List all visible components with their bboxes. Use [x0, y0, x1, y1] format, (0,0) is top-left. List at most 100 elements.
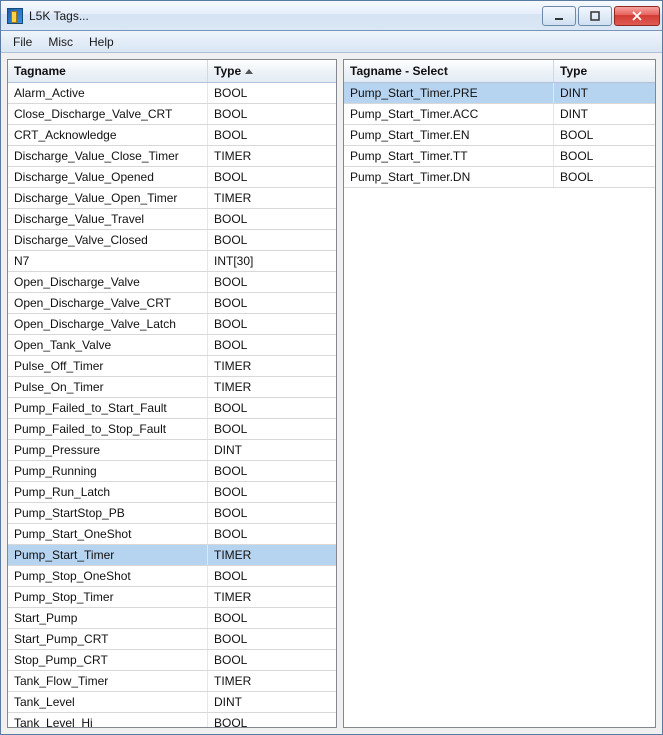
table-row[interactable]: Open_Tank_ValveBOOL [8, 335, 336, 356]
table-row[interactable]: Tank_LevelDINT [8, 692, 336, 713]
app-window: L5K Tags... File Misc Help Tagname [0, 0, 663, 735]
cell-tagname: Alarm_Active [8, 83, 208, 103]
maximize-button[interactable] [578, 6, 612, 26]
table-row[interactable]: Pump_Start_Timer.TTBOOL [344, 146, 655, 167]
close-button[interactable] [614, 6, 660, 26]
table-row[interactable]: Tank_Flow_TimerTIMER [8, 671, 336, 692]
left-col-type[interactable]: Type [208, 60, 336, 82]
cell-type: BOOL [208, 713, 336, 727]
cell-type: DINT [554, 104, 655, 124]
table-row[interactable]: Start_PumpBOOL [8, 608, 336, 629]
table-row[interactable]: Discharge_Value_TravelBOOL [8, 209, 336, 230]
right-col-tagname[interactable]: Tagname - Select [344, 60, 554, 82]
table-row[interactable]: Stop_Pump_CRTBOOL [8, 650, 336, 671]
cell-tagname: Pulse_Off_Timer [8, 356, 208, 376]
table-row[interactable]: Pump_Start_Timer.PREDINT [344, 83, 655, 104]
table-row[interactable]: Pump_Start_OneShotBOOL [8, 524, 336, 545]
table-row[interactable]: Tank_Level_HiBOOL [8, 713, 336, 727]
table-row[interactable]: Pump_StartStop_PBBOOL [8, 503, 336, 524]
cell-tagname: Discharge_Value_Close_Timer [8, 146, 208, 166]
table-row[interactable]: Pump_Stop_TimerTIMER [8, 587, 336, 608]
cell-tagname: Pump_Start_Timer.ACC [344, 104, 554, 124]
table-row[interactable]: Discharge_Value_Close_TimerTIMER [8, 146, 336, 167]
cell-tagname: Close_Discharge_Valve_CRT [8, 104, 208, 124]
cell-tagname: Start_Pump_CRT [8, 629, 208, 649]
minimize-button[interactable] [542, 6, 576, 26]
table-row[interactable]: Pulse_On_TimerTIMER [8, 377, 336, 398]
cell-type: BOOL [208, 125, 336, 145]
table-row[interactable]: Pump_Start_Timer.ACCDINT [344, 104, 655, 125]
table-row[interactable]: Discharge_Value_Open_TimerTIMER [8, 188, 336, 209]
right-col-tagname-label: Tagname - Select [350, 64, 448, 78]
cell-type: TIMER [208, 545, 336, 565]
table-row[interactable]: Pump_RunningBOOL [8, 461, 336, 482]
cell-type: BOOL [208, 209, 336, 229]
table-row[interactable]: Discharge_Value_OpenedBOOL [8, 167, 336, 188]
cell-type: BOOL [208, 503, 336, 523]
table-row[interactable]: Close_Discharge_Valve_CRTBOOL [8, 104, 336, 125]
cell-tagname: Start_Pump [8, 608, 208, 628]
cell-tagname: Pump_Start_Timer.PRE [344, 83, 554, 103]
cell-tagname: Open_Discharge_Valve_Latch [8, 314, 208, 334]
table-row[interactable]: Pump_Failed_to_Stop_FaultBOOL [8, 419, 336, 440]
left-col-tagname-label: Tagname [14, 64, 66, 78]
table-row[interactable]: Pump_Start_TimerTIMER [8, 545, 336, 566]
cell-type: BOOL [208, 629, 336, 649]
cell-type: BOOL [208, 314, 336, 334]
right-grid-body[interactable]: Pump_Start_Timer.PREDINTPump_Start_Timer… [344, 83, 655, 727]
cell-type: DINT [208, 440, 336, 460]
cell-tagname: Pump_Failed_to_Start_Fault [8, 398, 208, 418]
cell-tagname: Open_Discharge_Valve_CRT [8, 293, 208, 313]
cell-type: TIMER [208, 377, 336, 397]
cell-type: BOOL [554, 146, 655, 166]
table-row[interactable]: Alarm_ActiveBOOL [8, 83, 336, 104]
table-row[interactable]: CRT_AcknowledgeBOOL [8, 125, 336, 146]
table-row[interactable]: Discharge_Valve_ClosedBOOL [8, 230, 336, 251]
cell-tagname: Pump_Pressure [8, 440, 208, 460]
cell-type: BOOL [208, 398, 336, 418]
table-row[interactable]: Pump_Failed_to_Start_FaultBOOL [8, 398, 336, 419]
close-icon [631, 11, 643, 21]
app-icon [7, 8, 23, 24]
cell-type: TIMER [208, 188, 336, 208]
table-row[interactable]: Pump_Run_LatchBOOL [8, 482, 336, 503]
cell-tagname: N7 [8, 251, 208, 271]
menubar: File Misc Help [1, 31, 662, 53]
table-row[interactable]: N7INT[30] [8, 251, 336, 272]
table-row[interactable]: Open_Discharge_Valve_LatchBOOL [8, 314, 336, 335]
menu-file[interactable]: File [5, 33, 40, 51]
menu-help[interactable]: Help [81, 33, 122, 51]
cell-type: DINT [208, 692, 336, 712]
table-row[interactable]: Pulse_Off_TimerTIMER [8, 356, 336, 377]
titlebar[interactable]: L5K Tags... [1, 1, 662, 31]
cell-type: TIMER [208, 146, 336, 166]
table-row[interactable]: Pump_PressureDINT [8, 440, 336, 461]
cell-tagname: Open_Tank_Valve [8, 335, 208, 355]
maximize-icon [590, 11, 600, 21]
cell-type: BOOL [208, 104, 336, 124]
table-row[interactable]: Open_Discharge_ValveBOOL [8, 272, 336, 293]
table-row[interactable]: Pump_Start_Timer.DNBOOL [344, 167, 655, 188]
right-grid-header: Tagname - Select Type [344, 60, 655, 83]
right-col-type[interactable]: Type [554, 60, 655, 82]
cell-tagname: Discharge_Valve_Closed [8, 230, 208, 250]
cell-tagname: Tank_Level [8, 692, 208, 712]
table-row[interactable]: Pump_Stop_OneShotBOOL [8, 566, 336, 587]
table-row[interactable]: Open_Discharge_Valve_CRTBOOL [8, 293, 336, 314]
cell-type: INT[30] [208, 251, 336, 271]
cell-tagname: Pump_Start_Timer.DN [344, 167, 554, 187]
table-row[interactable]: Pump_Start_Timer.ENBOOL [344, 125, 655, 146]
left-col-type-label: Type [214, 64, 241, 78]
left-grid-body[interactable]: Alarm_ActiveBOOLClose_Discharge_Valve_CR… [8, 83, 336, 727]
cell-type: BOOL [208, 650, 336, 670]
sort-asc-icon [245, 69, 253, 74]
minimize-icon [554, 11, 564, 21]
cell-type: BOOL [208, 608, 336, 628]
left-col-tagname[interactable]: Tagname [8, 60, 208, 82]
table-row[interactable]: Start_Pump_CRTBOOL [8, 629, 336, 650]
cell-type: TIMER [208, 671, 336, 691]
cell-tagname: Tank_Level_Hi [8, 713, 208, 727]
cell-tagname: CRT_Acknowledge [8, 125, 208, 145]
cell-tagname: Discharge_Value_Travel [8, 209, 208, 229]
menu-misc[interactable]: Misc [40, 33, 81, 51]
